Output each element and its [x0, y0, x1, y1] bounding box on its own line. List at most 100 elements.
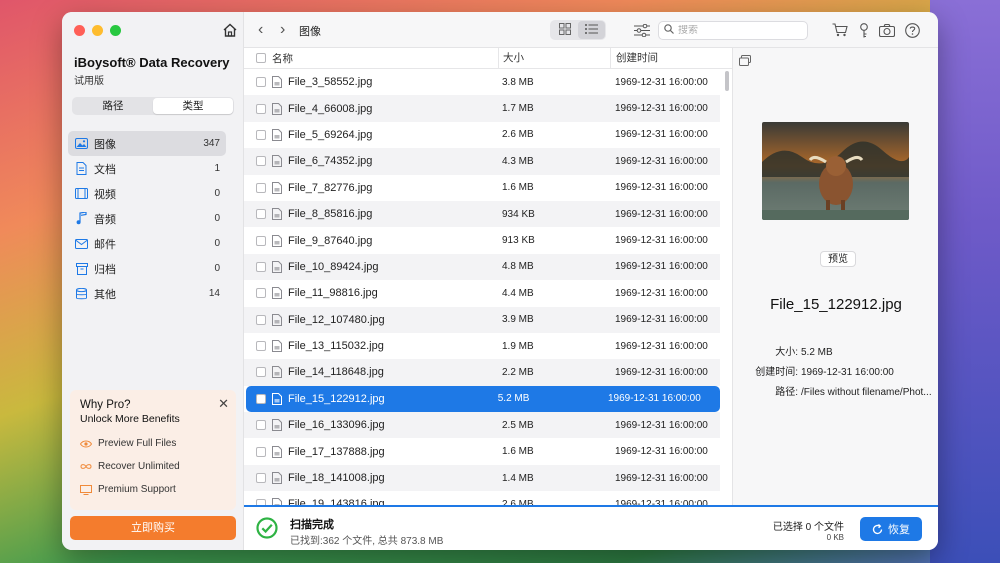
table-row[interactable]: File_9_87640.jpg 913 KB 1969-12-31 16:00:0… — [244, 227, 720, 253]
file-size: 2.5 MB — [502, 419, 534, 431]
preview-toggle-icon[interactable] — [739, 55, 751, 69]
search-input[interactable] — [678, 25, 798, 36]
upgrade-promo-card: Why Pro? Unlock More Benefits ✕ Preview … — [70, 390, 236, 510]
file-size: 1.6 MB — [502, 446, 534, 458]
file-size: 1.9 MB — [502, 340, 534, 352]
preview-button[interactable]: 预览 — [820, 251, 856, 267]
table-row[interactable]: File_10_89424.jpg 4.8 MB 1969-12-31 16:00:… — [244, 253, 720, 281]
search-box — [658, 21, 808, 40]
selection-size: 0 KB — [826, 533, 844, 542]
row-checkbox[interactable] — [256, 341, 266, 352]
file-created-date: 1969-12-31 16:00:00 — [615, 446, 708, 458]
cart-icon[interactable] — [832, 22, 848, 38]
list-icon — [585, 23, 598, 37]
scrollbar-thumb[interactable] — [725, 71, 729, 91]
list-view-button[interactable] — [578, 21, 605, 39]
table-row[interactable]: File_11_98816.jpg 4.4 MB 1969-12-31 16:00:… — [244, 280, 720, 306]
selection-count: 已选择 0 个文件 — [772, 522, 844, 533]
column-header-name[interactable]: 名称 — [272, 51, 293, 66]
table-row[interactable]: File_12_107480.jpg 3.9 MB 1969-12-31 16:00… — [244, 306, 720, 333]
help-icon[interactable] — [904, 22, 920, 38]
row-checkbox[interactable] — [256, 393, 266, 404]
sidebar-item-archive[interactable]: 归档 0 — [68, 256, 226, 281]
sidebar-item-label: 归档 — [94, 263, 116, 276]
file-size: 1.7 MB — [502, 103, 534, 115]
table-row[interactable]: File_13_115032.jpg 1.9 MB 1969-12-31 16:00… — [244, 333, 720, 359]
table-row[interactable]: File_17_137888.jpg 1.6 MB 1969-12-31 16:00… — [244, 438, 720, 464]
table-header: 名称 大小 创建时间 — [244, 48, 792, 69]
file-created-date: 1969-12-31 16:00:00 — [615, 235, 708, 247]
promo-feature: Preview Full Files — [80, 438, 176, 449]
sidebar-item-count: 1 — [214, 163, 220, 174]
grid-view-button[interactable] — [551, 21, 578, 39]
tab-type[interactable]: 类型 — [153, 98, 233, 114]
image-file-icon — [272, 340, 282, 353]
table-row[interactable]: File_8_85816.jpg 934 KB 1969-12-31 16:00:0… — [244, 200, 720, 228]
close-window-button[interactable] — [74, 25, 85, 36]
mail-icon — [75, 237, 88, 250]
sidebar-item-images[interactable]: 图像 347 — [68, 131, 226, 156]
column-header-size[interactable]: 大小 — [498, 48, 610, 69]
home-icon[interactable] — [222, 22, 238, 38]
sidebar-item-documents[interactable]: 文档 1 — [68, 156, 226, 181]
select-all-checkbox[interactable] — [256, 53, 266, 63]
buy-now-button[interactable]: 立即购买 — [70, 516, 236, 540]
sidebar-item-video[interactable]: 视频 0 — [68, 181, 226, 206]
table-row[interactable]: File_3_58552.jpg 3.8 MB 1969-12-31 16:00:0… — [244, 69, 720, 95]
promo-feature-label: Recover Unlimited — [98, 461, 180, 472]
sidebar-item-count: 347 — [203, 138, 220, 149]
forward-chevron-icon[interactable]: › — [280, 21, 285, 39]
table-row[interactable]: File_16_133096.jpg 2.5 MB 1969-12-31 16:00… — [244, 412, 720, 439]
image-file-icon — [272, 181, 282, 194]
row-checkbox[interactable] — [256, 156, 266, 167]
file-size: 934 KB — [502, 208, 535, 220]
main-panel: ‹ › 图像 搜索 名称 大小 创建时间 File_3_58552.jpg 3.… — [244, 12, 938, 550]
row-checkbox[interactable] — [256, 129, 266, 140]
sidebar-item-label: 音频 — [94, 213, 116, 226]
close-icon[interactable]: ✕ — [218, 396, 229, 412]
row-checkbox[interactable] — [256, 314, 266, 325]
file-created-date: 1969-12-31 16:00:00 — [615, 419, 708, 431]
table-row[interactable]: File_4_66008.jpg 1.7 MB 1969-12-31 16:00:0… — [244, 95, 720, 122]
preview-path-row: 路径:/Files without filename/Phot... — [730, 383, 931, 398]
table-row[interactable]: File_14_118648.jpg 2.2 MB 1969-12-31 16:00… — [244, 359, 720, 386]
database-icon — [75, 287, 88, 300]
row-checkbox[interactable] — [256, 235, 266, 246]
row-checkbox[interactable] — [256, 77, 266, 88]
toolbar: ‹ › 图像 — [244, 12, 938, 48]
table-row[interactable]: File_18_141008.jpg 1.4 MB 1969-12-31 16:00… — [244, 464, 720, 492]
minimize-window-button[interactable] — [92, 25, 103, 36]
tab-path[interactable]: 路径 — [73, 98, 153, 114]
row-checkbox[interactable] — [256, 103, 266, 114]
scan-status-title: 扫描完成 — [290, 519, 334, 531]
row-checkbox[interactable] — [256, 182, 266, 193]
row-checkbox[interactable] — [256, 446, 266, 457]
image-file-icon — [272, 445, 282, 458]
row-checkbox[interactable] — [256, 288, 266, 299]
row-checkbox[interactable] — [256, 209, 266, 220]
sidebar-item-audio[interactable]: 音频 0 — [68, 206, 226, 231]
recover-button[interactable]: 恢复 — [860, 517, 922, 541]
row-checkbox[interactable] — [256, 420, 266, 431]
file-size: 1.4 MB — [502, 472, 534, 484]
row-checkbox[interactable] — [256, 367, 266, 378]
table-row[interactable]: File_5_69264.jpg 2.6 MB 1969-12-31 16:00:0… — [244, 122, 720, 148]
promo-feature: Premium Support — [80, 484, 176, 495]
table-row[interactable]: File_19_143816.jpg 2.6 MB 1969-12-31 16:00… — [244, 491, 720, 505]
zoom-window-button[interactable] — [110, 25, 121, 36]
key-icon[interactable] — [856, 22, 872, 38]
row-checkbox[interactable] — [256, 473, 266, 484]
file-created-date: 1969-12-31 16:00:00 — [615, 182, 708, 194]
table-row[interactable]: File_15_122912.jpg 5.2 MB 1969-12-31 16:00… — [246, 385, 720, 413]
sidebar-item-other[interactable]: 其他 14 — [68, 281, 226, 306]
sidebar-item-count: 0 — [214, 238, 220, 249]
table-row[interactable]: File_7_82776.jpg 1.6 MB 1969-12-31 16:00:0… — [244, 175, 720, 201]
back-chevron-icon[interactable]: ‹ — [258, 21, 263, 39]
table-row[interactable]: File_6_74352.jpg 4.3 MB 1969-12-31 16:00:0… — [244, 148, 720, 175]
filter-sliders-icon[interactable] — [634, 22, 650, 38]
column-header-date[interactable]: 创建时间 — [610, 48, 730, 69]
sidebar-item-mail[interactable]: 邮件 0 — [68, 231, 226, 256]
camera-icon[interactable] — [879, 22, 895, 38]
scan-status-summary: 已找到:362 个文件, 总共 873.8 MB — [290, 536, 444, 547]
row-checkbox[interactable] — [256, 261, 266, 272]
